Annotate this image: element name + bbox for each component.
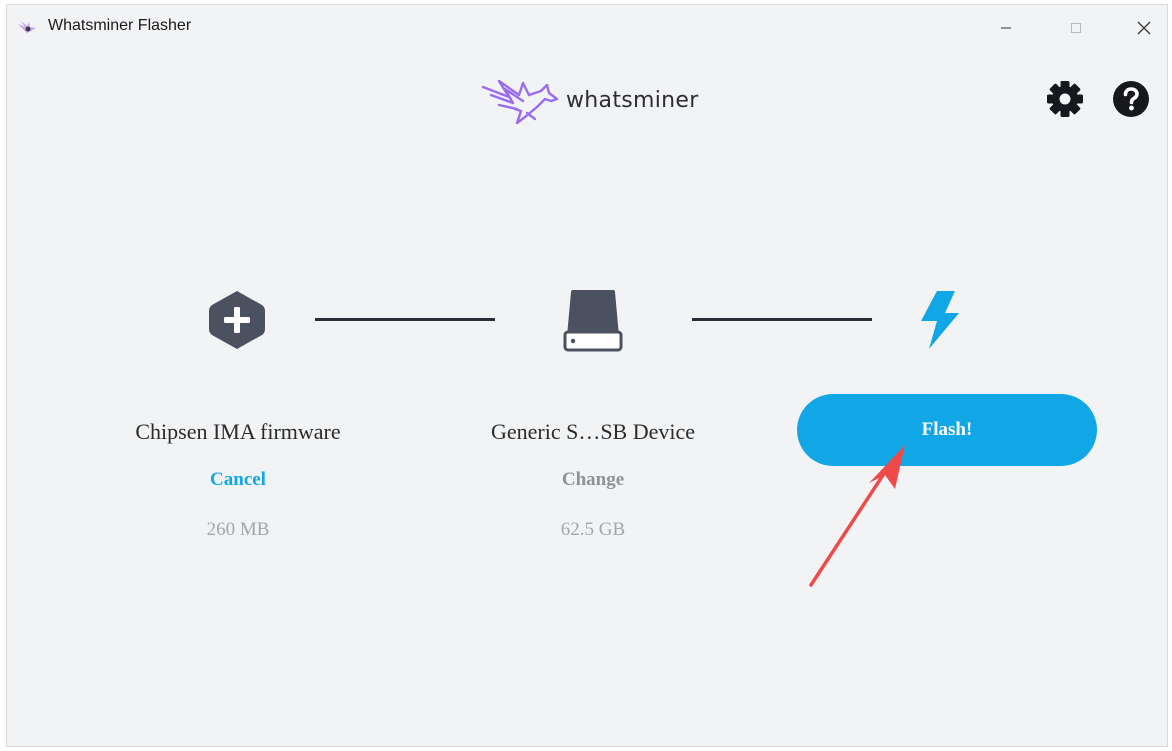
image-name: Chipsen IMA firmware [135,419,341,444]
close-icon [1137,21,1151,34]
plus-hexagon-icon[interactable] [207,289,267,351]
title-bar[interactable]: Whatsminer Flasher [7,5,1167,50]
gear-icon [1047,81,1083,117]
whatsminer-logo: whatsminer [479,73,719,133]
maximize-button[interactable] [1053,5,1099,50]
change-target-button[interactable]: Change [443,469,743,491]
settings-button[interactable] [1045,79,1085,119]
close-button[interactable] [1121,5,1167,50]
target-name: Generic S…SB Device [490,419,696,444]
minimize-icon [1001,27,1011,28]
help-button[interactable] [1111,79,1151,119]
lightning-icon [921,291,959,349]
logo-text: whatsminer [566,88,699,113]
pegasus-logo-icon [481,79,559,125]
target-size: 62.5 GB [560,519,626,540]
image-size: 260 MB [206,519,270,540]
cancel-image-button[interactable]: Cancel [88,469,388,491]
app-window: Whatsminer Flasher whatsminer Chipsen IM… [6,4,1168,747]
window-title: Whatsminer Flasher [48,17,192,34]
question-icon [1113,81,1149,117]
connector-line-2 [692,318,872,321]
app-bird-icon [18,21,36,33]
maximize-icon [1071,22,1081,33]
annotation-arrow [809,445,905,587]
hard-drive-icon[interactable] [563,288,623,352]
connector-line-1 [315,318,495,321]
minimize-button[interactable] [983,5,1029,50]
